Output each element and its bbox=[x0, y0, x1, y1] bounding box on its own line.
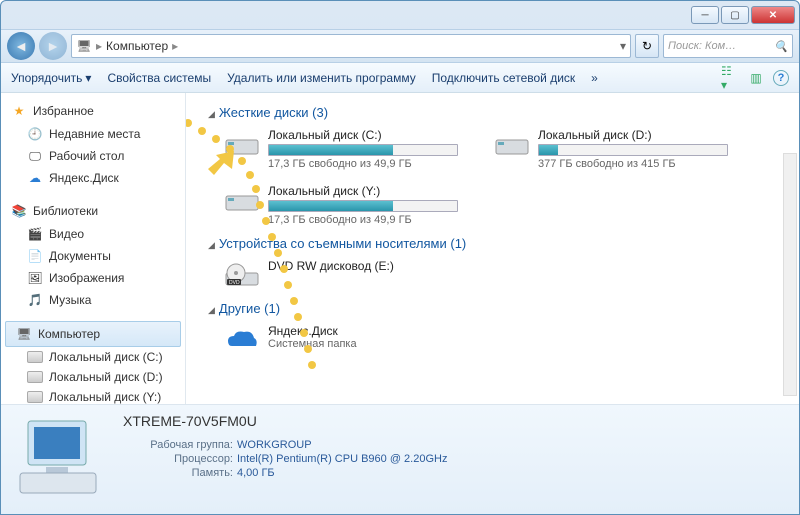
computer-icon: 🖥 bbox=[76, 38, 92, 54]
sidebar-item-drive-c[interactable]: Локальный диск (C:) bbox=[1, 347, 185, 367]
collapse-icon: ◢ bbox=[208, 109, 215, 119]
sidebar-item-drive-y[interactable]: Локальный диск (Y:) bbox=[1, 387, 185, 404]
capacity-bar bbox=[268, 144, 458, 156]
hdd-icon bbox=[494, 128, 530, 160]
chevron-down-icon: ▾ bbox=[85, 71, 91, 85]
nav-sidebar: ★Избранное 🕘Недавние места 🖵Рабочий стол… bbox=[1, 93, 186, 404]
recent-icon: 🕘 bbox=[27, 126, 43, 142]
sidebar-item-yadisk[interactable]: ☁Яндекс.Диск bbox=[1, 167, 185, 189]
details-key: Рабочая группа: bbox=[123, 439, 233, 451]
drive-d[interactable]: Локальный диск (D:) 377 ГБ свободно из 4… bbox=[490, 124, 740, 174]
details-pane: XTREME-70V5FM0U Рабочая группа: WORKGROUP… bbox=[1, 404, 799, 514]
sidebar-item-video[interactable]: 🎬Видео bbox=[1, 223, 185, 245]
breadcrumb-root[interactable]: Компьютер bbox=[106, 39, 168, 53]
group-removable[interactable]: ◢Устройства со съемными носителями (1) bbox=[196, 230, 789, 255]
capacity-bar bbox=[538, 144, 728, 156]
system-properties-button[interactable]: Свойства системы bbox=[107, 71, 211, 85]
forward-button[interactable]: ► bbox=[39, 32, 67, 60]
document-icon: 📄 bbox=[27, 248, 43, 264]
breadcrumb-sep: ▸ bbox=[96, 39, 102, 53]
yadisk-icon bbox=[224, 324, 260, 356]
titlebar: ─ ▢ ✕ bbox=[1, 1, 799, 29]
address-bar[interactable]: 🖥 ▸ Компьютер ▸ ▾ bbox=[71, 34, 631, 58]
help-icon[interactable]: ? bbox=[773, 70, 789, 86]
body: ★Избранное 🕘Недавние места 🖵Рабочий стол… bbox=[1, 93, 799, 404]
search-icon: 🔍 bbox=[774, 40, 788, 53]
toolbar: Упорядочить ▾ Свойства системы Удалить и… bbox=[1, 63, 799, 93]
explorer-window: ─ ▢ ✕ ◄ ► 🖥 ▸ Компьютер ▸ ▾ ↻ Поиск: Ком… bbox=[0, 0, 800, 515]
drive-c[interactable]: Локальный диск (C:) 17,3 ГБ свободно из … bbox=[220, 124, 470, 174]
drive-yadisk[interactable]: Яндекс.Диск Системная папка bbox=[220, 320, 470, 360]
maximize-button[interactable]: ▢ bbox=[721, 6, 749, 24]
capacity-bar bbox=[268, 200, 458, 212]
back-button[interactable]: ◄ bbox=[7, 32, 35, 60]
computer-header[interactable]: 🖥Компьютер bbox=[5, 321, 181, 347]
view-options-icon[interactable]: ☷ ▾ bbox=[721, 69, 739, 87]
desktop-icon: 🖵 bbox=[27, 148, 43, 164]
drive-name: DVD RW дисковод (E:) bbox=[268, 259, 466, 273]
drive-name: Локальный диск (D:) bbox=[538, 128, 736, 142]
search-placeholder: Поиск: Ком… bbox=[668, 40, 736, 52]
svg-text:DVD: DVD bbox=[229, 280, 240, 286]
drive-icon bbox=[27, 391, 43, 403]
close-button[interactable]: ✕ bbox=[751, 6, 795, 24]
drive-name: Локальный диск (C:) bbox=[268, 128, 466, 142]
sidebar-item-pictures[interactable]: 🖼Изображения bbox=[1, 267, 185, 289]
drive-free: 17,3 ГБ свободно из 49,9 ГБ bbox=[268, 158, 466, 170]
details-computer-name: XTREME-70V5FM0U bbox=[123, 413, 447, 429]
drive-free: 17,3 ГБ свободно из 49,9 ГБ bbox=[268, 214, 466, 226]
drive-name: Локальный диск (Y:) bbox=[268, 184, 466, 198]
collapse-icon: ◢ bbox=[208, 240, 215, 250]
organize-menu[interactable]: Упорядочить ▾ bbox=[11, 71, 91, 85]
library-icon: 📚 bbox=[11, 203, 27, 219]
navbar: ◄ ► 🖥 ▸ Компьютер ▸ ▾ ↻ Поиск: Ком… 🔍 bbox=[1, 29, 799, 63]
picture-icon: 🖼 bbox=[27, 270, 43, 286]
sidebar-item-documents[interactable]: 📄Документы bbox=[1, 245, 185, 267]
drive-icon bbox=[27, 351, 43, 363]
content-pane: ◢Жесткие диски (3) Локальный диск (C:) 1… bbox=[186, 93, 799, 404]
map-drive-button[interactable]: Подключить сетевой диск bbox=[432, 71, 575, 85]
computer-large-icon bbox=[13, 413, 109, 503]
dvd-icon: DVD bbox=[224, 259, 260, 291]
address-dropdown-icon[interactable]: ▾ bbox=[620, 39, 626, 53]
favorites-header[interactable]: ★Избранное bbox=[1, 99, 185, 123]
search-box[interactable]: Поиск: Ком… 🔍 bbox=[663, 34, 793, 58]
star-icon: ★ bbox=[11, 103, 27, 119]
libraries-header[interactable]: 📚Библиотеки bbox=[1, 199, 185, 223]
video-icon: 🎬 bbox=[27, 226, 43, 242]
sidebar-item-drive-d[interactable]: Локальный диск (D:) bbox=[1, 367, 185, 387]
details-val: 4,00 ГБ bbox=[237, 467, 275, 479]
details-key: Процессор: bbox=[123, 453, 233, 465]
drive-dvd[interactable]: DVD DVD RW дисковод (E:) bbox=[220, 255, 470, 295]
uninstall-programs-button[interactable]: Удалить или изменить программу bbox=[227, 71, 416, 85]
drive-sub: Системная папка bbox=[268, 338, 466, 350]
cloud-icon: ☁ bbox=[27, 170, 43, 186]
hdd-icon bbox=[224, 184, 260, 216]
drive-icon bbox=[27, 371, 43, 383]
details-val: WORKGROUP bbox=[237, 439, 312, 451]
details-key: Память: bbox=[123, 467, 233, 479]
sidebar-item-desktop[interactable]: 🖵Рабочий стол bbox=[1, 145, 185, 167]
drive-name: Яндекс.Диск bbox=[268, 324, 466, 338]
collapse-icon: ◢ bbox=[208, 305, 215, 315]
scrollbar[interactable] bbox=[783, 153, 797, 396]
toolbar-overflow[interactable]: » bbox=[591, 71, 598, 85]
breadcrumb-sep: ▸ bbox=[172, 39, 178, 53]
group-hdd[interactable]: ◢Жесткие диски (3) bbox=[196, 99, 789, 124]
details-val: Intel(R) Pentium(R) CPU B960 @ 2.20GHz bbox=[237, 453, 447, 465]
refresh-button[interactable]: ↻ bbox=[635, 34, 659, 58]
sidebar-item-music[interactable]: 🎵Музыка bbox=[1, 289, 185, 311]
drive-y[interactable]: Локальный диск (Y:) 17,3 ГБ свободно из … bbox=[220, 180, 470, 230]
music-icon: 🎵 bbox=[27, 292, 43, 308]
preview-pane-icon[interactable]: ▥ bbox=[747, 69, 765, 87]
drive-free: 377 ГБ свободно из 415 ГБ bbox=[538, 158, 736, 170]
sidebar-item-recent[interactable]: 🕘Недавние места bbox=[1, 123, 185, 145]
computer-icon: 🖥 bbox=[16, 326, 32, 342]
minimize-button[interactable]: ─ bbox=[691, 6, 719, 24]
group-other[interactable]: ◢Другие (1) bbox=[196, 295, 789, 320]
hdd-icon bbox=[224, 128, 260, 160]
